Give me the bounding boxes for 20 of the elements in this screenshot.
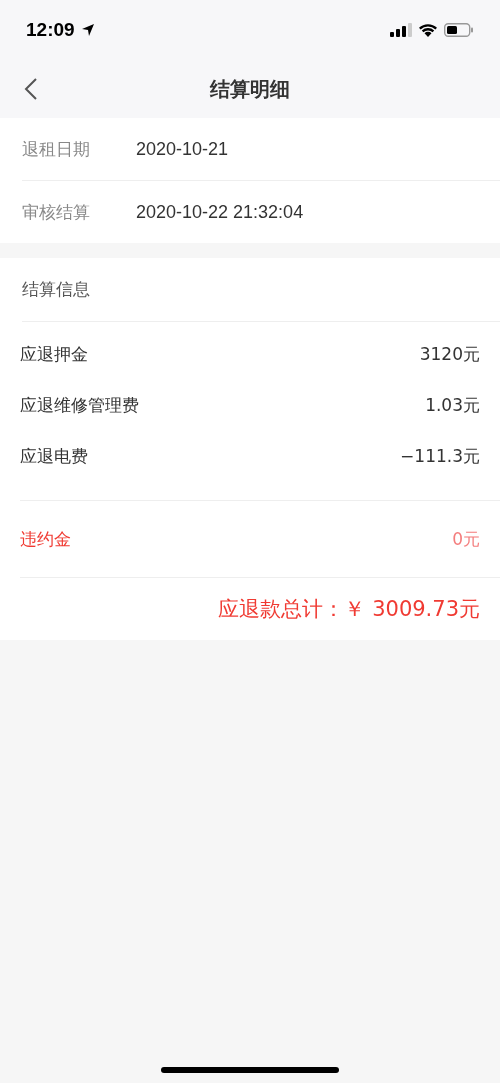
fee-amount: 1.03元 [425, 394, 480, 417]
location-arrow-icon [80, 23, 95, 37]
fee-amount: 3120元 [419, 343, 480, 366]
fee-label: 应退维修管理费 [20, 394, 139, 417]
signal-icon [390, 23, 412, 37]
detail-value: 2020-10-21 [136, 138, 229, 160]
fee-label: 应退押金 [20, 343, 88, 366]
page-title: 结算明细 [210, 75, 290, 103]
detail-value: 2020-10-22 21:32:04 [136, 201, 304, 223]
section-title: 结算信息 [22, 278, 90, 301]
status-time: 12:09 [26, 19, 75, 41]
fee-amount: −111.3元 [400, 445, 480, 468]
fee-label: 应退电费 [20, 445, 88, 468]
wifi-icon [418, 23, 438, 37]
refund-total: 应退款总计：￥ 3009.73元 [218, 596, 480, 623]
detail-label: 审核结算 [22, 200, 91, 224]
battery-icon [444, 23, 474, 37]
penalty-amount: 0元 [452, 527, 480, 551]
detail-label: 退租日期 [22, 137, 91, 161]
penalty-label: 违约金 [20, 527, 71, 551]
